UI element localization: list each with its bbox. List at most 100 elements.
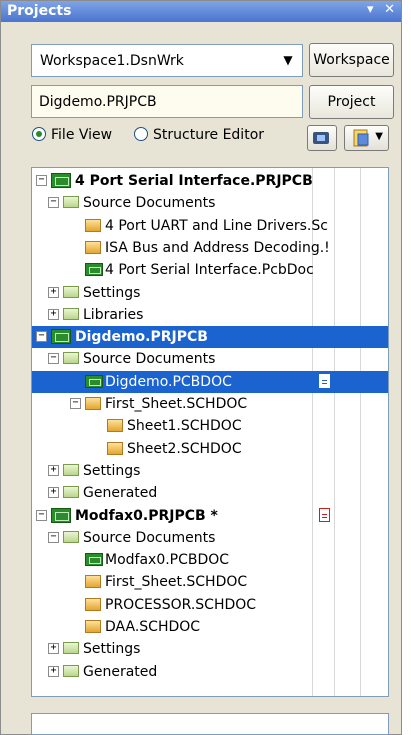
collapse-icon[interactable]: −: [36, 510, 47, 521]
open-document-icon: [319, 374, 330, 388]
schematic-icon: [85, 620, 101, 633]
document-node[interactable]: 4 Port UART and Line Drivers.Sc: [32, 215, 388, 237]
project-node[interactable]: − Modfax0.PRJPCB *: [32, 505, 388, 527]
document-node[interactable]: Sheet2.SCHDOC: [32, 438, 388, 460]
folder-icon: [63, 308, 79, 320]
tree-item-label: Modfax0.PRJPCB *: [75, 508, 218, 524]
schematic-icon: [85, 219, 101, 232]
collapse-icon[interactable]: −: [48, 197, 59, 208]
folder-node[interactable]: − Source Documents: [32, 192, 388, 214]
folder-node[interactable]: − Source Documents: [32, 348, 388, 370]
folder-icon: [63, 531, 79, 543]
tree-item-label: First_Sheet.SCHDOC: [105, 396, 248, 412]
document-node[interactable]: ISA Bus and Address Decoding.!: [32, 237, 388, 259]
expand-icon[interactable]: +: [48, 666, 59, 677]
document-options-icon: [353, 129, 369, 147]
folder-node[interactable]: + Generated: [32, 482, 388, 504]
expand-icon[interactable]: +: [48, 465, 59, 476]
document-node[interactable]: Sheet1.SCHDOC: [32, 415, 388, 437]
tree-item-label: Source Documents: [83, 195, 216, 211]
tree-item-label: 4 Port Serial Interface.PcbDoc: [105, 262, 314, 278]
folder-node[interactable]: + Settings: [32, 460, 388, 482]
document-node[interactable]: 4 Port Serial Interface.PcbDoc: [32, 259, 388, 281]
collapse-icon[interactable]: −: [36, 175, 47, 186]
folder-icon: [63, 486, 79, 498]
panel-title: Projects: [7, 3, 72, 19]
tree-item-label: Source Documents: [83, 530, 216, 546]
schematic-icon: [85, 598, 101, 611]
folder-node[interactable]: + Libraries: [32, 304, 388, 326]
panel-titlebar: Projects ▾ ✕: [1, 1, 401, 22]
project-icon: [51, 508, 71, 523]
tree-item-label: Generated: [83, 664, 158, 680]
tree-item-label: Digdemo.PRJPCB: [75, 329, 208, 345]
chevron-down-icon[interactable]: ▼: [375, 131, 383, 142]
tree-item-label: PROCESSOR.SCHDOC: [105, 597, 257, 613]
folder-node[interactable]: + Settings: [32, 282, 388, 304]
project-icon: [51, 329, 71, 344]
structure-editor-label: Structure Editor: [153, 127, 265, 143]
status-box: [31, 713, 389, 735]
folder-icon: [63, 196, 79, 208]
project-options-button[interactable]: ▼: [344, 125, 389, 151]
project-field[interactable]: Digdemo.PRJPCB: [31, 85, 303, 118]
chevron-down-icon[interactable]: ▼: [274, 45, 302, 76]
chevron-down-icon[interactable]: ▾: [367, 2, 374, 17]
schematic-icon: [107, 442, 123, 455]
project-button[interactable]: Project: [309, 85, 394, 119]
close-icon[interactable]: ✕: [384, 2, 395, 17]
workspace-combo[interactable]: Workspace1.DsnWrk ▼: [31, 44, 303, 77]
expand-icon[interactable]: +: [48, 643, 59, 654]
projects-panel: Projects ▾ ✕ Workspace1.DsnWrk ▼ Workspa…: [0, 0, 402, 735]
collapse-icon[interactable]: −: [48, 532, 59, 543]
schematic-icon: [107, 419, 123, 432]
folder-icon: [63, 665, 79, 677]
tree-item-label: Settings: [83, 285, 141, 301]
tree-item-label: 4 Port UART and Line Drivers.Sc: [105, 218, 328, 234]
compile-button[interactable]: [307, 125, 337, 151]
schematic-icon: [85, 241, 101, 254]
folder-icon: [63, 464, 79, 476]
tree-item-label: Modfax0.PCBDOC: [105, 552, 230, 568]
file-view-radio[interactable]: File View: [32, 127, 112, 149]
tree-item-label: Settings: [83, 463, 141, 479]
expand-icon[interactable]: +: [48, 287, 59, 298]
document-node[interactable]: − First_Sheet.SCHDOC: [32, 393, 388, 415]
tree-item-label: Sheet2.SCHDOC: [127, 441, 242, 457]
project-node[interactable]: − Digdemo.PRJPCB: [32, 326, 388, 348]
tree-item-label: Settings: [83, 641, 141, 657]
document-node[interactable]: Digdemo.PCBDOC: [32, 371, 388, 393]
project-icon: [51, 173, 71, 188]
tree-item-label: ISA Bus and Address Decoding.!: [105, 240, 330, 256]
modified-document-icon: [319, 508, 330, 522]
schematic-icon: [85, 575, 101, 588]
expand-icon[interactable]: +: [48, 487, 59, 498]
project-tree[interactable]: − 4 Port Serial Interface.PRJPCB − Source D…: [31, 167, 389, 697]
folder-icon: [63, 642, 79, 654]
expand-icon[interactable]: +: [48, 309, 59, 320]
tree-item-label: Sheet1.SCHDOC: [127, 418, 242, 434]
structure-editor-radio[interactable]: Structure Editor: [134, 127, 264, 149]
radio-selected-icon[interactable]: [32, 127, 46, 141]
tree-item-label: 4 Port Serial Interface.PRJPCB: [75, 173, 313, 189]
project-node[interactable]: − 4 Port Serial Interface.PRJPCB: [32, 170, 388, 192]
file-view-label: File View: [51, 127, 113, 143]
document-node[interactable]: First_Sheet.SCHDOC: [32, 571, 388, 593]
document-node[interactable]: Modfax0.PCBDOC: [32, 549, 388, 571]
folder-node[interactable]: − Source Documents: [32, 527, 388, 549]
collapse-icon[interactable]: −: [36, 331, 47, 342]
workspace-button[interactable]: Workspace: [309, 43, 394, 77]
pcb-icon: [85, 375, 103, 388]
folder-node[interactable]: + Generated: [32, 661, 388, 683]
tree-item-label: Libraries: [83, 307, 144, 323]
collapse-icon[interactable]: −: [70, 398, 81, 409]
collapse-icon[interactable]: −: [48, 353, 59, 364]
document-node[interactable]: PROCESSOR.SCHDOC: [32, 594, 388, 616]
folder-node[interactable]: + Settings: [32, 638, 388, 660]
folder-icon: [63, 286, 79, 298]
tree-item-label: First_Sheet.SCHDOC: [105, 574, 248, 590]
document-node[interactable]: DAA.SCHDOC: [32, 616, 388, 638]
radio-icon[interactable]: [134, 127, 148, 141]
pcb-icon: [85, 553, 103, 566]
schematic-icon: [85, 397, 101, 410]
